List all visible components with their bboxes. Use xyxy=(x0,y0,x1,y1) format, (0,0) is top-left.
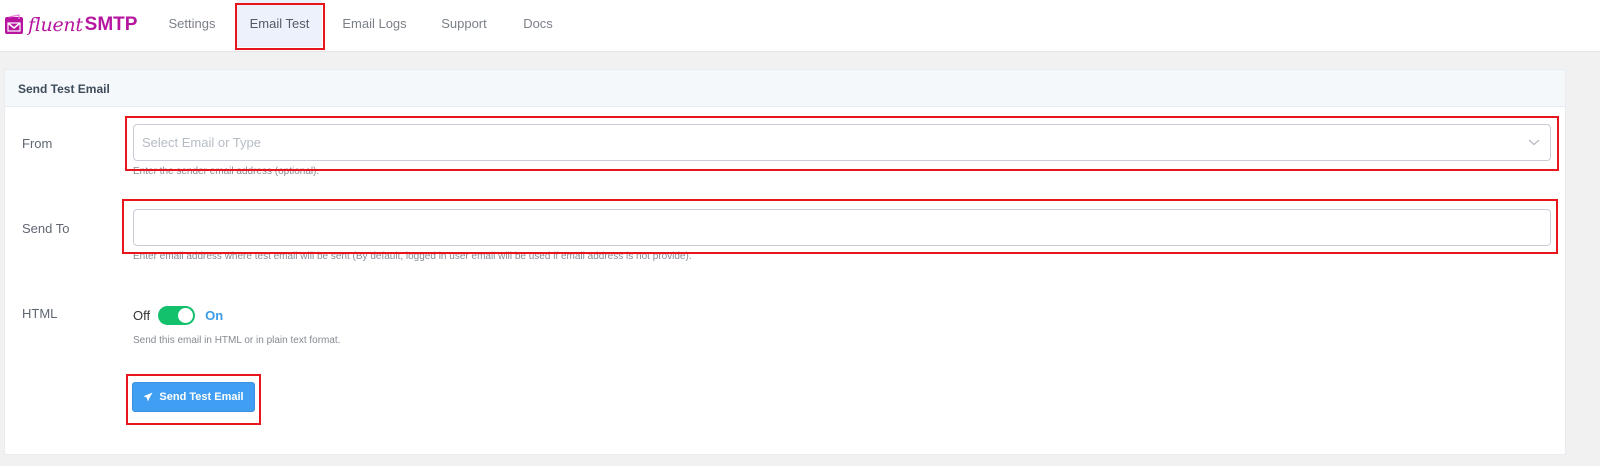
panel-header: Send Test Email xyxy=(5,70,1565,107)
send-test-email-button[interactable]: Send Test Email xyxy=(132,382,255,412)
brand-name-suffix: SMTP xyxy=(84,14,138,35)
send-to-field[interactable] xyxy=(133,209,1551,246)
send-button-label: Send Test Email xyxy=(159,391,244,403)
brand-name-prefix: fluent xyxy=(28,14,83,36)
envelope-logo-icon xyxy=(5,14,23,34)
tab-docs[interactable]: Docs xyxy=(517,0,559,47)
toggle-on-label: On xyxy=(205,307,224,323)
html-label: HTML xyxy=(22,306,58,321)
tab-email-logs[interactable]: Email Logs xyxy=(337,0,412,47)
send-to-help-text: Enter email address where test email wil… xyxy=(133,251,692,262)
panel-title: Send Test Email xyxy=(18,82,110,96)
send-to-label: Send To xyxy=(22,221,70,236)
html-help-text: Send this email in HTML or in plain text… xyxy=(133,335,341,346)
chevron-down-icon[interactable] xyxy=(1528,136,1540,148)
paper-plane-icon xyxy=(143,392,153,402)
from-help-text: Enter the sender email address (optional… xyxy=(133,166,320,177)
top-navigation-bar: fluent SMTP Settings Email Test Email Lo… xyxy=(0,0,1600,52)
tab-email-test[interactable]: Email Test xyxy=(237,0,322,47)
send-to-input[interactable] xyxy=(134,210,1550,245)
toggle-off-label: Off xyxy=(133,307,151,323)
from-input[interactable] xyxy=(134,125,1550,160)
brand-logo[interactable]: fluent SMTP xyxy=(4,13,137,37)
html-toggle-switch[interactable] xyxy=(158,305,196,325)
tab-support[interactable]: Support xyxy=(434,0,494,47)
html-toggle-row: Off On xyxy=(133,305,223,325)
from-select[interactable] xyxy=(133,124,1551,161)
tab-settings[interactable]: Settings xyxy=(160,0,224,47)
toggle-knob xyxy=(178,307,194,323)
from-label: From xyxy=(22,136,53,151)
